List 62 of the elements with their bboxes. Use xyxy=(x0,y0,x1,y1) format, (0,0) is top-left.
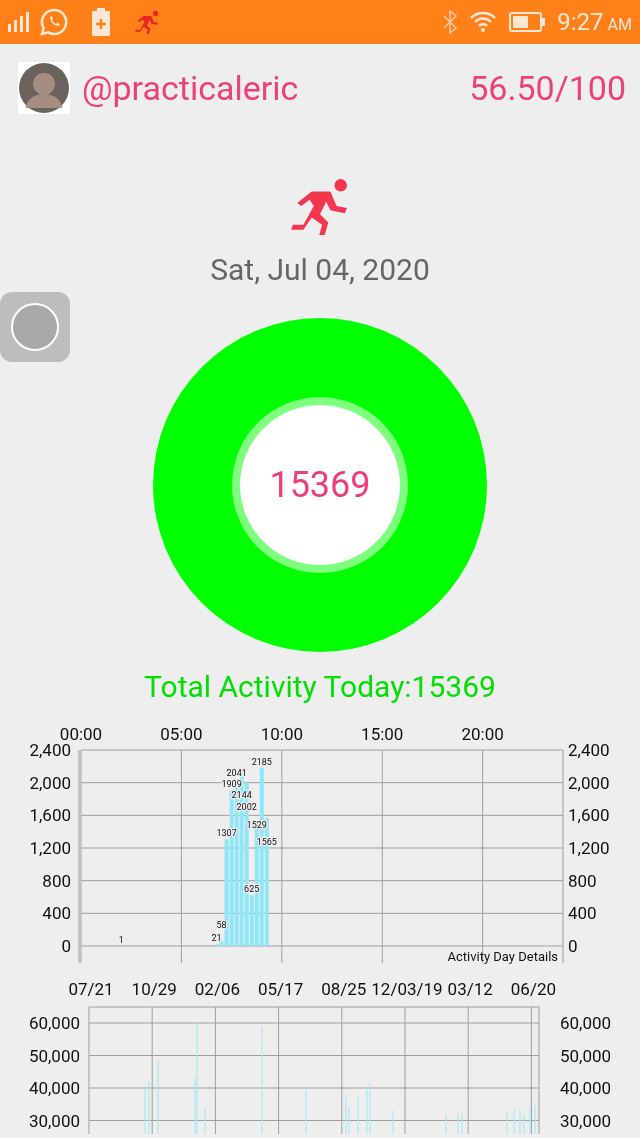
clock-time: 9:27 xyxy=(557,8,604,36)
axis-tick-label: 1,600 xyxy=(568,805,610,826)
wifi-icon xyxy=(469,11,498,33)
data-label: 58 xyxy=(216,920,227,931)
username: @practicaleric xyxy=(82,68,300,108)
axis-tick-label: 2,400 xyxy=(568,740,610,760)
data-label: 1565 xyxy=(256,837,277,848)
axis-tick-label: 15:00 xyxy=(361,724,404,744)
battery-icon xyxy=(509,12,546,32)
axis-tick-label: 03/12 xyxy=(447,979,493,999)
axis-tick-label: 1,200 xyxy=(29,838,71,858)
axis-tick-label: 10:00 xyxy=(260,724,303,744)
axis-tick-label: 30,000 xyxy=(560,1110,612,1131)
clock-meridiem: AM xyxy=(607,15,632,34)
axis-tick-label: 40,000 xyxy=(28,1078,80,1098)
data-label: 2002 xyxy=(236,801,257,812)
date: Sat, Jul 04, 2020 xyxy=(210,252,430,288)
data-label: 2144 xyxy=(231,789,252,800)
axis-tick-label: 05/17 xyxy=(258,979,304,999)
battery-charging-icon xyxy=(92,8,110,36)
axis-tick-label: 400 xyxy=(42,903,71,924)
axis-tick-label: 800 xyxy=(568,870,597,891)
data-label: 1307 xyxy=(216,828,237,839)
axis-tick-label: 400 xyxy=(568,903,597,924)
axis-tick-label: 2,000 xyxy=(29,772,71,793)
axis-tick-label: 02/06 xyxy=(194,979,240,999)
axis-tick-label: 20:00 xyxy=(461,724,504,744)
chart-caption: Activity Day Details xyxy=(447,949,558,964)
axis-tick-label: 60,000 xyxy=(560,1013,612,1033)
axis-tick-label: 50,000 xyxy=(560,1045,612,1066)
axis-tick-label: 05:00 xyxy=(160,724,203,744)
axis-tick-label: 10/29 xyxy=(131,979,177,999)
axis-tick-label: 1,600 xyxy=(29,805,71,826)
axis-tick-label: 50,000 xyxy=(28,1045,80,1066)
floating-button[interactable] xyxy=(0,292,70,362)
axis-tick-label: 06/20 xyxy=(510,979,556,999)
axis-tick-label: 1,200 xyxy=(568,838,610,858)
axis-tick-label: 07/21 xyxy=(68,979,114,999)
avatar xyxy=(18,62,70,114)
data-label: 21 xyxy=(211,933,222,944)
step-count: 15369 xyxy=(269,464,371,506)
chat-icon xyxy=(40,8,68,36)
runner-icon xyxy=(134,10,160,34)
data-label: 2041 xyxy=(226,768,247,779)
axis-tick-label: 30,000 xyxy=(28,1110,80,1131)
score: 56.50/100 xyxy=(469,68,626,108)
axis-tick-label: 0 xyxy=(568,936,578,956)
data-label: 625 xyxy=(244,883,260,894)
data-label: 1 xyxy=(118,934,124,945)
axis-tick-label: 08/25 xyxy=(321,979,367,999)
axis-tick-label: 60,000 xyxy=(28,1013,80,1033)
signal-icon xyxy=(8,12,30,32)
axis-tick-label: 40,000 xyxy=(560,1078,612,1098)
data-label: 1909 xyxy=(221,779,242,790)
total-activity: Total Activity Today:15369 xyxy=(144,669,496,704)
axis-tick-label: 800 xyxy=(42,870,71,891)
data-label: 2185 xyxy=(251,756,272,767)
data-label: 1529 xyxy=(246,820,267,831)
axis-tick-label: 12/03/19 xyxy=(371,979,443,999)
axis-tick-label: 2,000 xyxy=(568,772,610,793)
bluetooth-icon xyxy=(443,10,458,34)
axis-tick-label: 0 xyxy=(61,936,71,956)
